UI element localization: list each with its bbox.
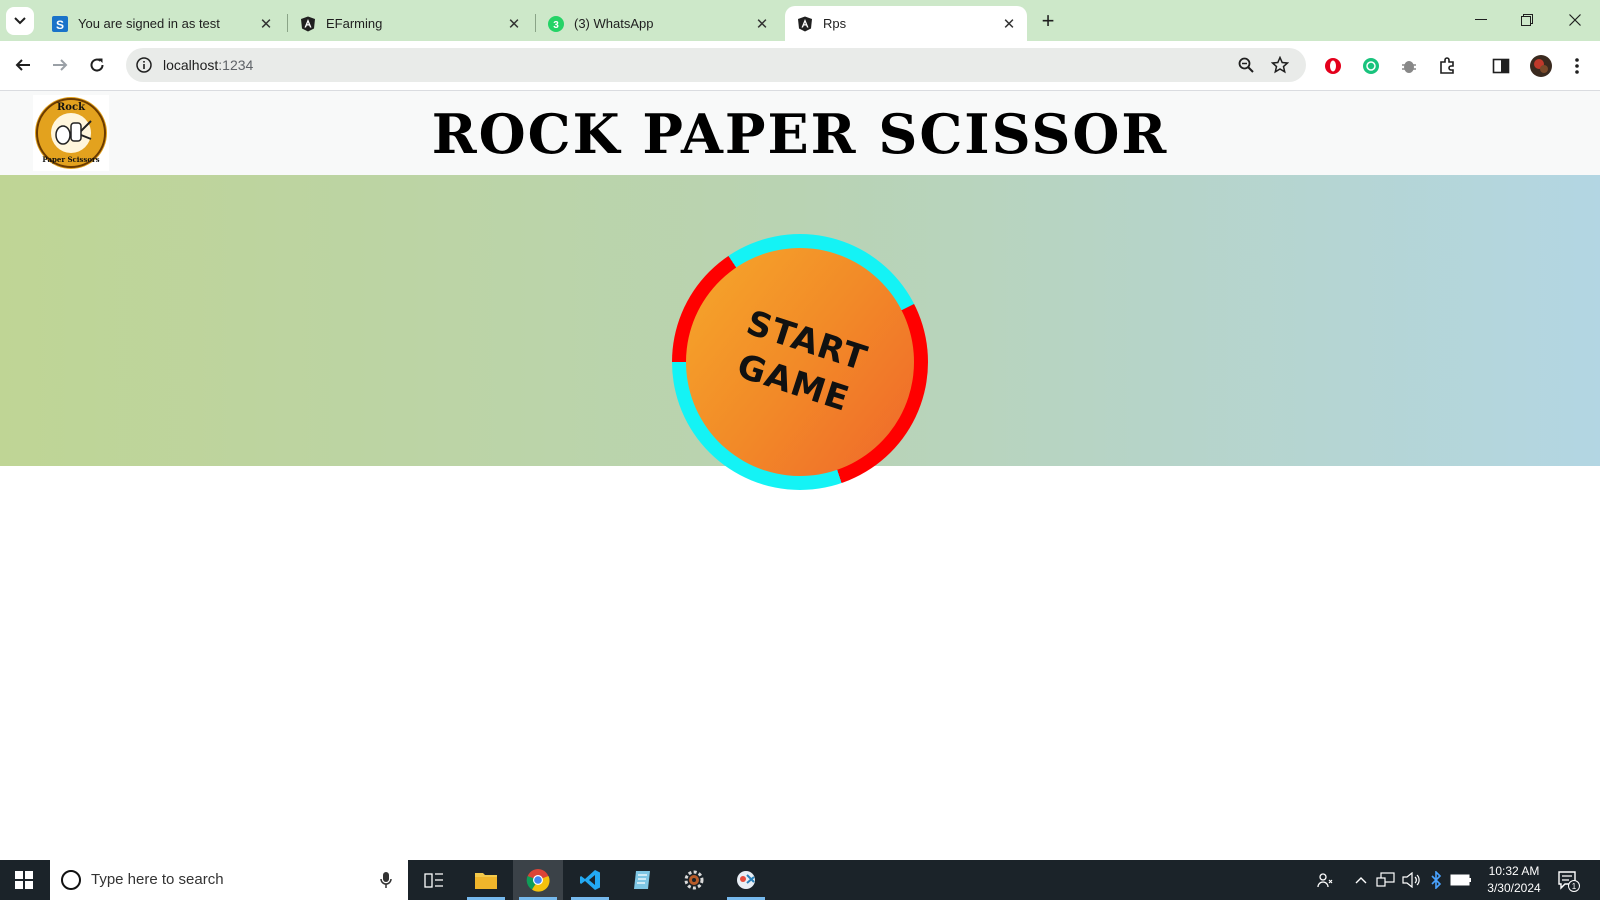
notification-center-button[interactable]: 1: [1556, 868, 1580, 892]
taskbar-app-rps[interactable]: [721, 860, 771, 900]
network-icon[interactable]: [1374, 860, 1398, 900]
task-view-button[interactable]: [409, 860, 459, 900]
side-panel-icon[interactable]: [1490, 55, 1512, 77]
tab-title: Rps: [823, 16, 847, 31]
start-game-button[interactable]: START GAME: [656, 218, 944, 506]
windows-start-button[interactable]: [0, 860, 48, 900]
reload-button[interactable]: [83, 51, 111, 79]
url-host: localhost: [163, 57, 219, 73]
new-tab-button[interactable]: +: [1036, 10, 1060, 34]
s-letter-icon: S: [52, 15, 68, 32]
tab-rps[interactable]: Rps ✕: [785, 6, 1027, 41]
chevron-up-icon[interactable]: [1350, 860, 1372, 900]
taskbar-app-notes[interactable]: [617, 860, 667, 900]
close-icon[interactable]: ✕: [256, 14, 276, 34]
extensions-puzzle-icon[interactable]: [1436, 55, 1458, 77]
close-icon[interactable]: ✕: [752, 14, 772, 34]
opera-extension-icon[interactable]: [1322, 55, 1344, 77]
tab-search-button[interactable]: [6, 7, 34, 35]
close-icon: [1569, 14, 1581, 26]
taskbar-app-settings[interactable]: [669, 860, 719, 900]
page-title: ROCK PAPER SCISSOR: [431, 102, 1169, 166]
browser-tabstrip: S You are signed in as test ✕ EFarming ✕…: [0, 0, 1600, 41]
folder-icon: [475, 873, 497, 889]
arrow-right-icon: [53, 59, 68, 71]
svg-text:3: 3: [553, 20, 559, 31]
close-icon[interactable]: ✕: [504, 14, 524, 34]
notification-count: 1: [1572, 882, 1577, 891]
windows-taskbar: Type here to search 10:32 AM 3/30/2024 1: [0, 860, 1600, 900]
minimize-icon: [1475, 19, 1487, 20]
bug-extension-icon[interactable]: [1398, 55, 1420, 77]
back-button[interactable]: [9, 51, 37, 79]
address-bar[interactable]: localhost:1234: [126, 48, 1306, 82]
microphone-icon[interactable]: [376, 870, 396, 890]
browser-toolbar: localhost:1234: [0, 41, 1600, 91]
people-icon[interactable]: [1312, 860, 1338, 900]
chevron-down-icon: [14, 17, 26, 25]
windows-logo-icon: [15, 871, 33, 889]
gear-icon: [684, 870, 704, 890]
restore-icon: [1521, 14, 1533, 26]
angular-icon: [797, 16, 813, 32]
svg-text:S: S: [56, 18, 64, 32]
clock-time: 10:32 AM: [1488, 864, 1540, 878]
angular-icon: [300, 16, 316, 32]
rps-app-icon: [737, 871, 755, 889]
tab-title: (3) WhatsApp: [574, 16, 654, 31]
tab-title: EFarming: [326, 16, 383, 31]
chrome-icon: [526, 869, 550, 892]
notification-icon: 1: [1558, 871, 1580, 892]
tab-signed-in[interactable]: S You are signed in as test ✕: [40, 6, 284, 41]
tab-efarming[interactable]: EFarming ✕: [288, 6, 532, 41]
taskbar-chrome[interactable]: [513, 860, 563, 900]
taskbar-vscode[interactable]: [565, 860, 615, 900]
bookmark-star-icon[interactable]: [1270, 55, 1290, 75]
more-menu-icon[interactable]: [1566, 55, 1588, 77]
chatgpt-extension-icon[interactable]: [1360, 55, 1382, 77]
url-port: :1234: [218, 57, 254, 73]
bluetooth-icon[interactable]: [1426, 860, 1446, 900]
zoom-icon[interactable]: [1236, 55, 1256, 75]
reload-icon: [90, 58, 104, 72]
taskbar-clock[interactable]: 10:32 AM 3/30/2024: [1466, 863, 1562, 897]
cortana-icon: [61, 870, 81, 890]
close-icon[interactable]: ✕: [999, 14, 1019, 34]
task-view-icon: [424, 873, 443, 888]
minimize-button[interactable]: [1458, 6, 1504, 34]
taskbar-search[interactable]: Type here to search: [50, 860, 408, 900]
vscode-icon: [580, 870, 600, 890]
clock-date: 3/30/2024: [1487, 881, 1541, 895]
arrow-left-icon: [15, 59, 30, 71]
whatsapp-icon: 3: [548, 15, 564, 32]
forward-button[interactable]: [46, 51, 74, 79]
search-placeholder: Type here to search: [91, 871, 224, 888]
restore-button[interactable]: [1504, 6, 1550, 34]
notes-app-icon: [634, 871, 650, 889]
url-text: localhost:1234: [163, 48, 253, 82]
tab-whatsapp[interactable]: 3 (3) WhatsApp ✕: [536, 6, 780, 41]
site-info-icon[interactable]: [134, 55, 154, 75]
tab-title: You are signed in as test: [78, 16, 220, 31]
taskbar-file-explorer[interactable]: [461, 860, 511, 900]
profile-avatar[interactable]: [1528, 53, 1554, 79]
volume-icon[interactable]: [1400, 860, 1424, 900]
close-window-button[interactable]: [1552, 6, 1598, 34]
